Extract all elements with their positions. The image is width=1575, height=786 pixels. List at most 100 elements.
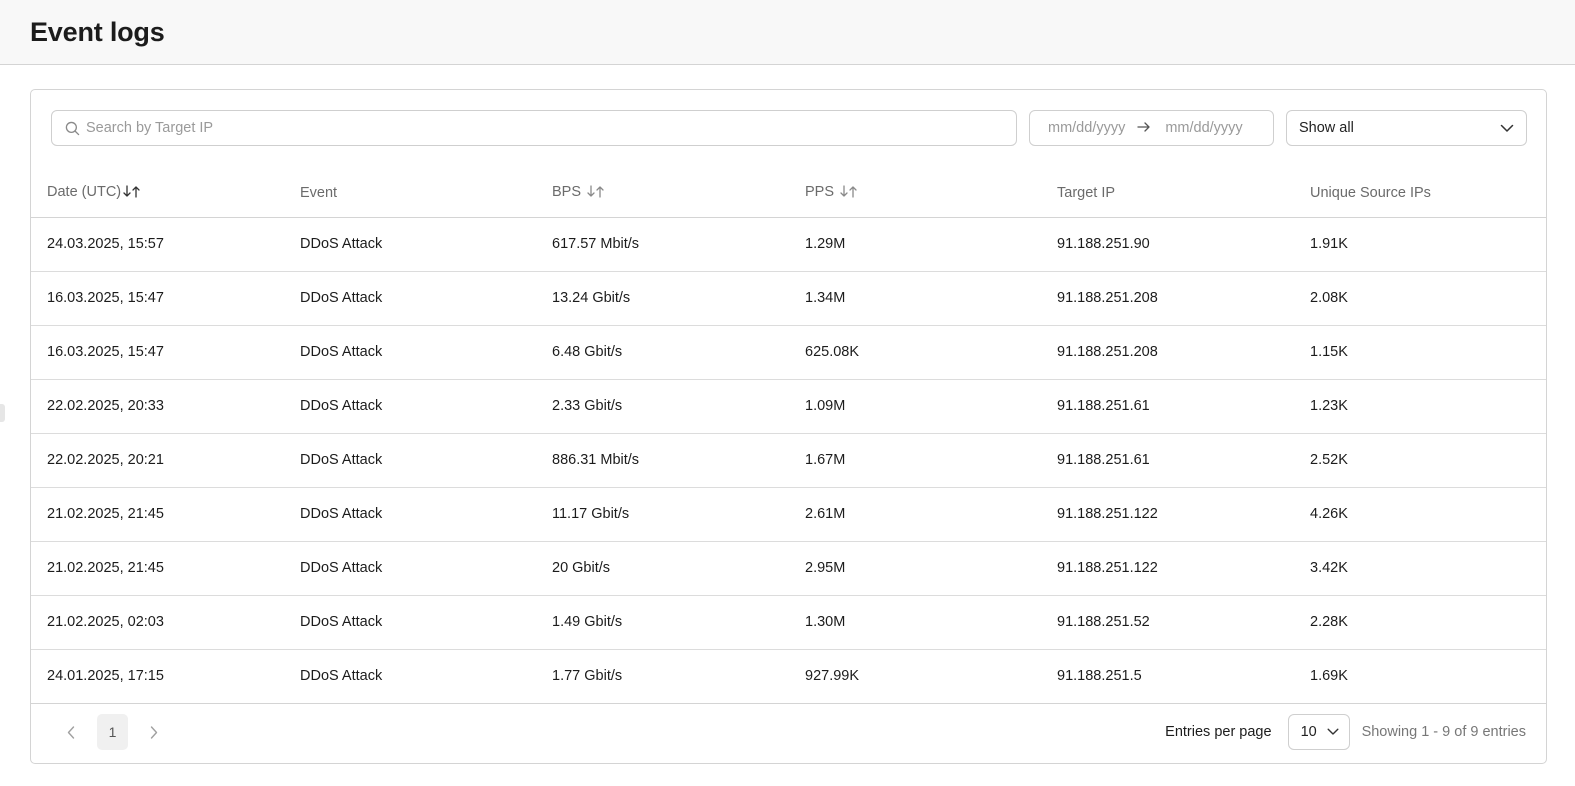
table-row[interactable]: 16.03.2025, 15:47 DDoS Attack 13.24 Gbit… [31,271,1546,326]
event-filter-select[interactable]: Show all [1286,110,1527,146]
footer-right: Entries per page 10 Showing 1 - 9 of 9 e… [1165,714,1526,750]
entries-per-page-select[interactable]: 10 [1287,714,1350,750]
table-footer: 1 Entries per page 10 Showing 1 - 9 of 9… [31,701,1546,763]
cell-target-ip: 91.188.251.52 [1041,595,1294,650]
cell-unique-source-ips: 2.08K [1294,271,1546,326]
cell-target-ip: 91.188.251.5 [1041,649,1294,704]
cell-date: 24.01.2025, 17:15 [31,649,284,704]
cell-bps: 13.24 Gbit/s [536,271,789,326]
cell-target-ip: 91.188.251.208 [1041,271,1294,326]
cell-bps: 20 Gbit/s [536,541,789,596]
cell-event: DDoS Attack [284,325,536,380]
cell-target-ip: 91.188.251.122 [1041,487,1294,542]
cell-pps: 1.67M [789,433,1041,488]
cell-bps: 617.57 Mbit/s [536,217,789,272]
cell-bps: 886.31 Mbit/s [536,433,789,488]
filters-bar: mm/dd/yyyy mm/dd/yyyy Show all [51,110,1527,147]
cell-pps: 2.95M [789,541,1041,596]
sort-icon[interactable] [840,185,860,202]
cell-target-ip: 91.188.251.208 [1041,325,1294,380]
arrow-right-icon [1137,120,1151,137]
cell-pps: 1.30M [789,595,1041,650]
cell-unique-source-ips: 1.15K [1294,325,1546,380]
column-header-event: Event [284,170,536,218]
table-row[interactable]: 16.03.2025, 15:47 DDoS Attack 6.48 Gbit/… [31,325,1546,380]
event-logs-card: mm/dd/yyyy mm/dd/yyyy Show all Date (UTC… [30,89,1547,764]
event-logs-table: Date (UTC) Event BPS PPS Target IP Uniqu… [31,170,1546,704]
table-row[interactable]: 24.01.2025, 17:15 DDoS Attack 1.77 Gbit/… [31,649,1546,704]
event-filter-value: Show all [1299,120,1354,136]
table-row[interactable]: 21.02.2025, 02:03 DDoS Attack 1.49 Gbit/… [31,595,1546,650]
cell-target-ip: 91.188.251.61 [1041,433,1294,488]
cell-target-ip: 91.188.251.61 [1041,379,1294,434]
cell-unique-source-ips: 1.69K [1294,649,1546,704]
cell-pps: 2.61M [789,487,1041,542]
side-drawer-handle[interactable] [0,404,5,422]
date-from-input[interactable]: mm/dd/yyyy [1048,120,1125,136]
column-header-pps[interactable]: PPS [789,170,1041,218]
cell-unique-source-ips: 2.28K [1294,595,1546,650]
entries-per-page-value: 10 [1300,724,1317,740]
search-box[interactable] [51,110,1017,146]
cell-bps: 6.48 Gbit/s [536,325,789,380]
cell-event: DDoS Attack [284,379,536,434]
table-header-row: Date (UTC) Event BPS PPS Target IP Uniqu… [31,170,1546,218]
next-page-button[interactable] [142,720,166,744]
cell-date: 16.03.2025, 15:47 [31,325,284,380]
cell-event: DDoS Attack [284,541,536,596]
entries-per-page-label: Entries per page [1165,724,1272,740]
date-range-picker[interactable]: mm/dd/yyyy mm/dd/yyyy [1029,110,1274,146]
cell-bps: 1.49 Gbit/s [536,595,789,650]
cell-pps: 625.08K [789,325,1041,380]
cell-unique-source-ips: 4.26K [1294,487,1546,542]
page-title: Event logs [30,16,165,47]
prev-page-button[interactable] [59,720,83,744]
cell-bps: 11.17 Gbit/s [536,487,789,542]
cell-pps: 1.29M [789,217,1041,272]
cell-pps: 927.99K [789,649,1041,704]
table-row[interactable]: 22.02.2025, 20:21 DDoS Attack 886.31 Mbi… [31,433,1546,488]
showing-entries-text: Showing 1 - 9 of 9 entries [1361,724,1526,740]
cell-event: DDoS Attack [284,487,536,542]
cell-target-ip: 91.188.251.90 [1041,217,1294,272]
search-input[interactable] [86,120,986,136]
pagination: 1 [59,714,166,750]
cell-date: 16.03.2025, 15:47 [31,271,284,326]
sort-icon[interactable] [587,185,607,202]
cell-bps: 1.77 Gbit/s [536,649,789,704]
column-header-date[interactable]: Date (UTC) [31,170,284,218]
table-row[interactable]: 24.03.2025, 15:57 DDoS Attack 617.57 Mbi… [31,217,1546,272]
table-row[interactable]: 21.02.2025, 21:45 DDoS Attack 20 Gbit/s … [31,541,1546,596]
chevron-left-icon [67,725,75,739]
sort-icon[interactable] [123,185,143,202]
cell-event: DDoS Attack [284,271,536,326]
page-header: Event logs [0,0,1575,65]
cell-date: 21.02.2025, 21:45 [31,541,284,596]
cell-date: 24.03.2025, 15:57 [31,217,284,272]
cell-event: DDoS Attack [284,433,536,488]
cell-unique-source-ips: 2.52K [1294,433,1546,488]
table-row[interactable]: 22.02.2025, 20:33 DDoS Attack 2.33 Gbit/… [31,379,1546,434]
column-header-target-ip: Target IP [1041,170,1294,218]
chevron-down-icon [1500,124,1514,132]
cell-pps: 1.34M [789,271,1041,326]
cell-date: 22.02.2025, 20:21 [31,433,284,488]
date-to-input[interactable]: mm/dd/yyyy [1165,120,1242,136]
column-header-bps[interactable]: BPS [536,170,789,218]
cell-date: 21.02.2025, 21:45 [31,487,284,542]
cell-date: 22.02.2025, 20:33 [31,379,284,434]
chevron-right-icon [150,725,158,739]
cell-pps: 1.09M [789,379,1041,434]
cell-bps: 2.33 Gbit/s [536,379,789,434]
column-header-unique-source-ips: Unique Source IPs [1294,170,1546,218]
search-icon [65,121,80,135]
cell-target-ip: 91.188.251.122 [1041,541,1294,596]
page-number-button[interactable]: 1 [97,714,128,750]
cell-unique-source-ips: 1.91K [1294,217,1546,272]
cell-event: DDoS Attack [284,595,536,650]
cell-date: 21.02.2025, 02:03 [31,595,284,650]
cell-unique-source-ips: 1.23K [1294,379,1546,434]
table-row[interactable]: 21.02.2025, 21:45 DDoS Attack 11.17 Gbit… [31,487,1546,542]
cell-event: DDoS Attack [284,649,536,704]
cell-unique-source-ips: 3.42K [1294,541,1546,596]
